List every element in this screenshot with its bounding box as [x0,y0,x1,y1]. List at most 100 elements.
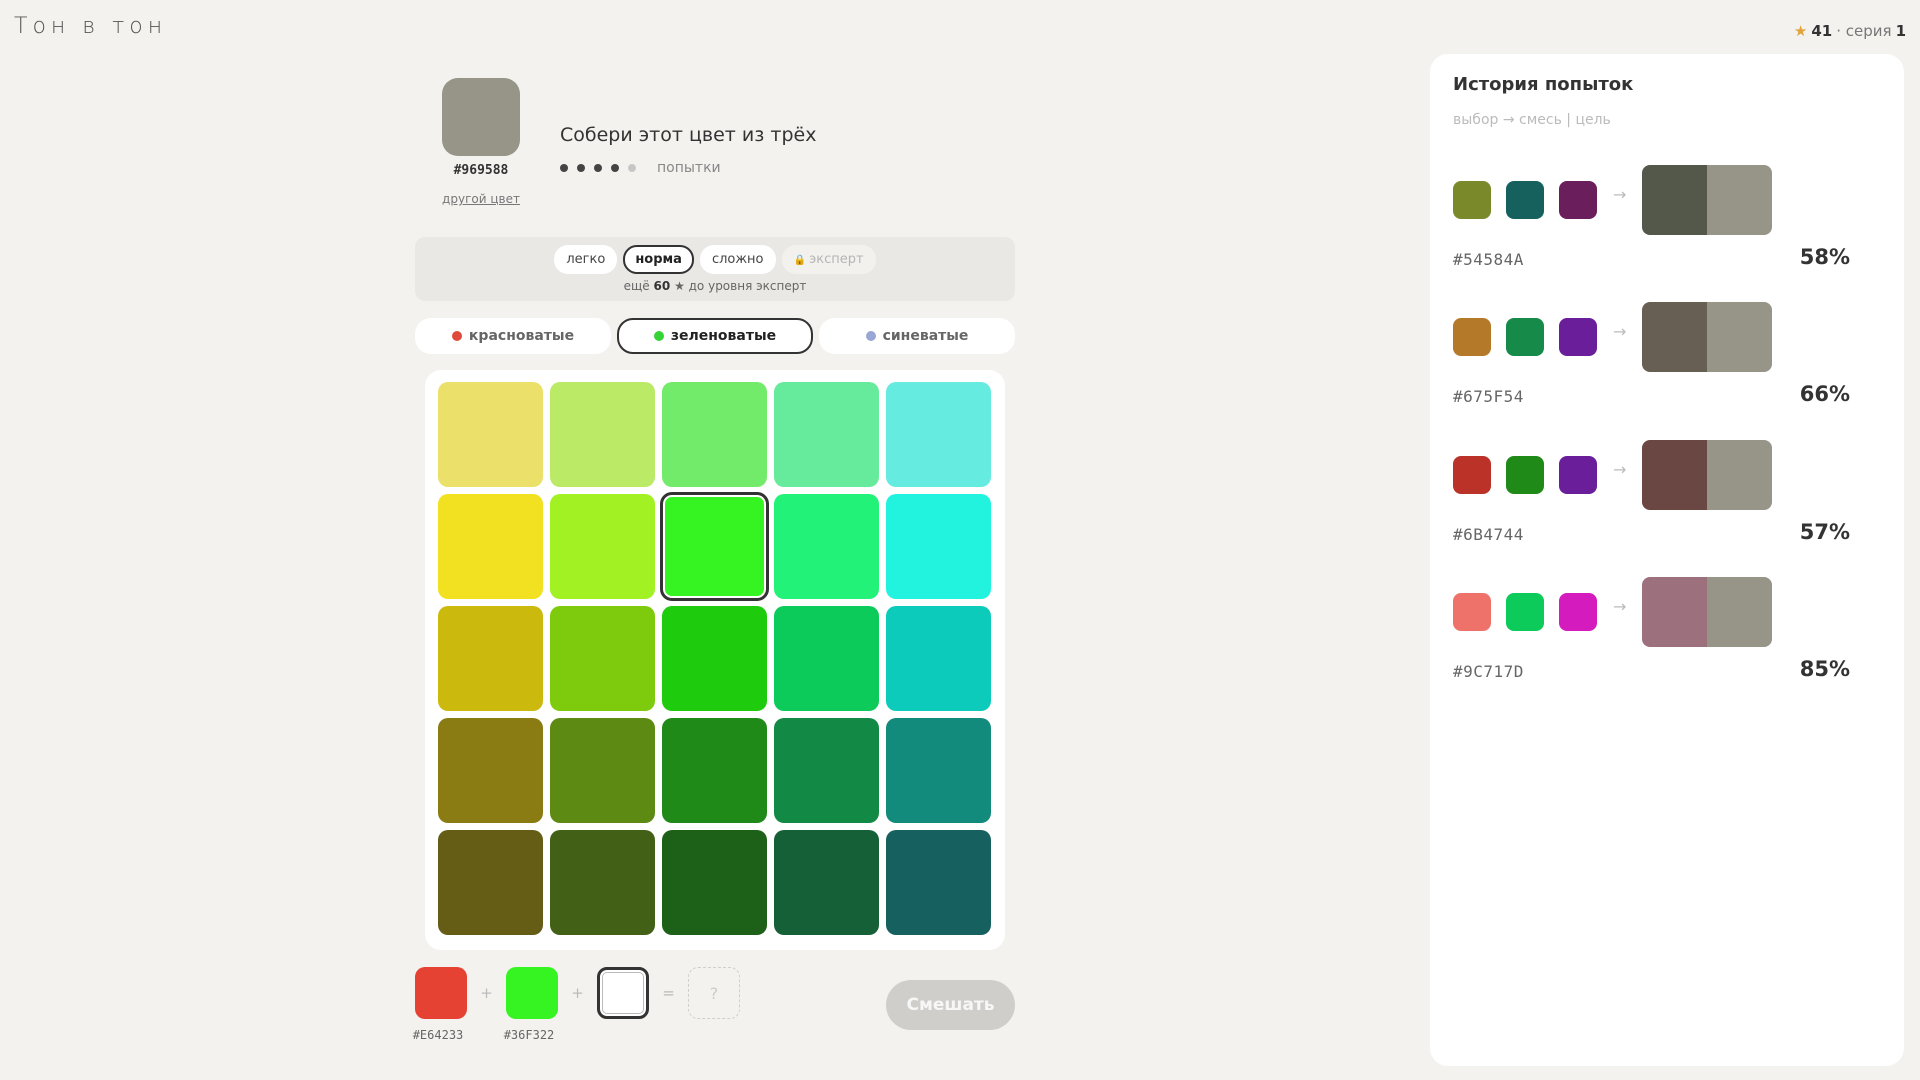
history-pick-swatch [1506,181,1544,219]
difficulty-label: легко [566,252,606,267]
mix-hex: #E64233 [412,1028,464,1042]
difficulty-2[interactable]: сложно [699,245,776,274]
plus-sign: + [571,984,584,1002]
task-heading: Собери этот цвет из трёх [560,124,817,146]
target-color [1707,440,1772,510]
palette-cell[interactable] [438,606,543,711]
tint-tab-1[interactable]: зеленоватые [617,318,813,354]
mix-hex: #36F322 [503,1028,555,1042]
mix-slot-0: #E64233 [413,967,467,1042]
history-pick-swatch [1453,181,1491,219]
difficulty-note: ещё 60 ★ до уровня эксперт [415,279,1015,293]
equals-sign: = [662,984,675,1002]
arrow-icon: → [1613,185,1627,204]
history-entry: → #54584A 58% [1453,165,1873,291]
mix-swatch[interactable] [597,967,649,1019]
palette-cell[interactable] [550,830,655,935]
palette-cell[interactable] [886,606,991,711]
palette-cell[interactable] [662,830,767,935]
palette-cell[interactable] [550,382,655,487]
tint-tab-2[interactable]: синеватые [819,318,1015,354]
palette-cell[interactable] [886,830,991,935]
history-panel: История попыток выбор → смесь | цель → #5… [1430,54,1904,1066]
palette-cell[interactable] [774,382,879,487]
palette-card [425,370,1005,950]
palette-cell[interactable] [886,718,991,823]
palette-grid [438,382,991,935]
target-swatch [442,78,520,156]
palette-cell[interactable] [438,830,543,935]
mix-result-placeholder: ? [688,967,740,1019]
mix-slot-1: #36F322 [504,967,558,1042]
palette-cell[interactable] [438,382,543,487]
difficulty-3: 🔒 эксперт [781,245,876,274]
history-pick-swatch [1506,456,1544,494]
palette-cell[interactable] [886,382,991,487]
history-pick-swatch [1559,181,1597,219]
tint-label: красноватые [468,328,575,344]
difficulty-label: сложно [711,252,764,267]
difficulty-panel: легко норма сложно 🔒 эксперт ещё 60 ★ до ур… [415,237,1015,301]
difficulty-0[interactable]: легко [554,245,618,274]
palette-cell[interactable] [438,718,543,823]
palette-cell[interactable] [774,718,879,823]
mix-swatch[interactable] [506,967,558,1019]
tint-tab-0[interactable]: красноватые [415,318,611,354]
target-color [1707,302,1772,372]
palette-cell[interactable] [550,494,655,599]
mix-color [1642,577,1707,647]
history-hex: #675F54 [1453,387,1524,406]
tint-label: зеленоватые [670,328,777,344]
difficulty-1[interactable]: норма [623,245,694,274]
mix-vs-target [1642,302,1772,372]
palette-cell[interactable] [774,494,879,599]
history-title: История попыток [1453,74,1634,95]
tint-tabs: красноватые зеленоватые синеватые [415,318,1015,354]
palette-cell[interactable] [662,606,767,711]
palette-cell[interactable] [438,494,543,599]
attempt-dot [611,164,619,172]
palette-cell[interactable] [774,606,879,711]
plus-sign: + [480,984,493,1002]
target-hex: #969588 [453,163,509,178]
attempts-label: попытки [657,160,721,176]
palette-cell[interactable] [550,718,655,823]
mix-button[interactable]: Смешать [886,980,1015,1030]
mix-swatch[interactable] [415,967,467,1019]
history-score: 66% [1799,382,1850,406]
difficulty-label: эксперт [809,252,864,267]
target-color [1707,577,1772,647]
series-count: 1 [1895,22,1906,40]
history-hex: #54584A [1453,250,1524,269]
mix-row: #E64233 + #36F322 + =? [413,967,740,1042]
arrow-icon: → [1613,597,1627,616]
mix-color [1642,440,1707,510]
palette-cell[interactable] [662,718,767,823]
palette-cell[interactable] [774,830,879,935]
history-entry: → #675F54 66% [1453,302,1873,428]
attempt-dot [594,164,602,172]
history-pick-swatch [1453,593,1491,631]
palette-cell[interactable] [550,606,655,711]
mix-color [1642,302,1707,372]
history-hex: #6B4744 [1453,525,1524,544]
app-title: Тон в тон [14,14,168,39]
tint-dot-icon [653,331,664,341]
mix-slot-2 [597,967,649,1028]
star-icon: ★ [1793,22,1808,40]
other-color-link[interactable]: другой цвет [441,192,521,206]
palette-cell[interactable] [886,494,991,599]
attempt-dot [628,164,636,172]
mix-vs-target [1642,577,1772,647]
history-pick-swatch [1506,318,1544,356]
palette-cell[interactable] [660,492,769,601]
stats-bar: ★ 41 · серия 1 [1794,22,1906,40]
difficulty-label: норма [635,252,682,267]
series-label: · серия [1836,22,1892,40]
palette-cell[interactable] [662,382,767,487]
history-pick-swatch [1559,318,1597,356]
target-block: #969588 другой цвет [441,78,521,206]
mix-color [1642,165,1707,235]
history-pick-swatch [1506,593,1544,631]
note-prefix: ещё [623,279,650,293]
